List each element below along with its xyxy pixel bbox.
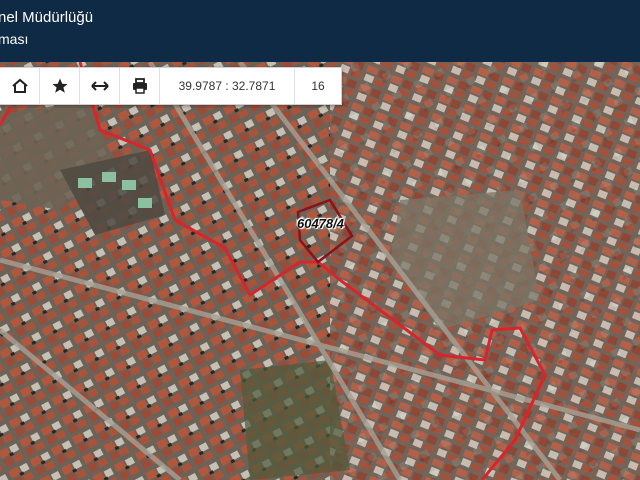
star-icon [52,78,67,93]
app-header: nel Müdürlüğü ması [0,0,640,62]
header-title: nel Müdürlüğü [0,9,94,26]
print-icon [132,78,147,94]
coordinates-readout: 39.9787 : 32.7871 [160,68,295,104]
map-toolbar: 39.9787 : 32.7871 16 [0,67,342,105]
measure-arrows-icon [90,81,109,91]
print-button[interactable] [120,68,160,104]
zoom-level-readout: 16 [311,79,325,93]
home-button[interactable] [0,68,40,104]
parcel-label: 60478/4 [297,216,344,231]
home-icon [11,78,28,93]
measure-button[interactable] [80,68,120,104]
bookmark-button[interactable] [40,68,80,104]
header-subtitle: ması [0,31,29,47]
satellite-map[interactable] [0,62,640,480]
